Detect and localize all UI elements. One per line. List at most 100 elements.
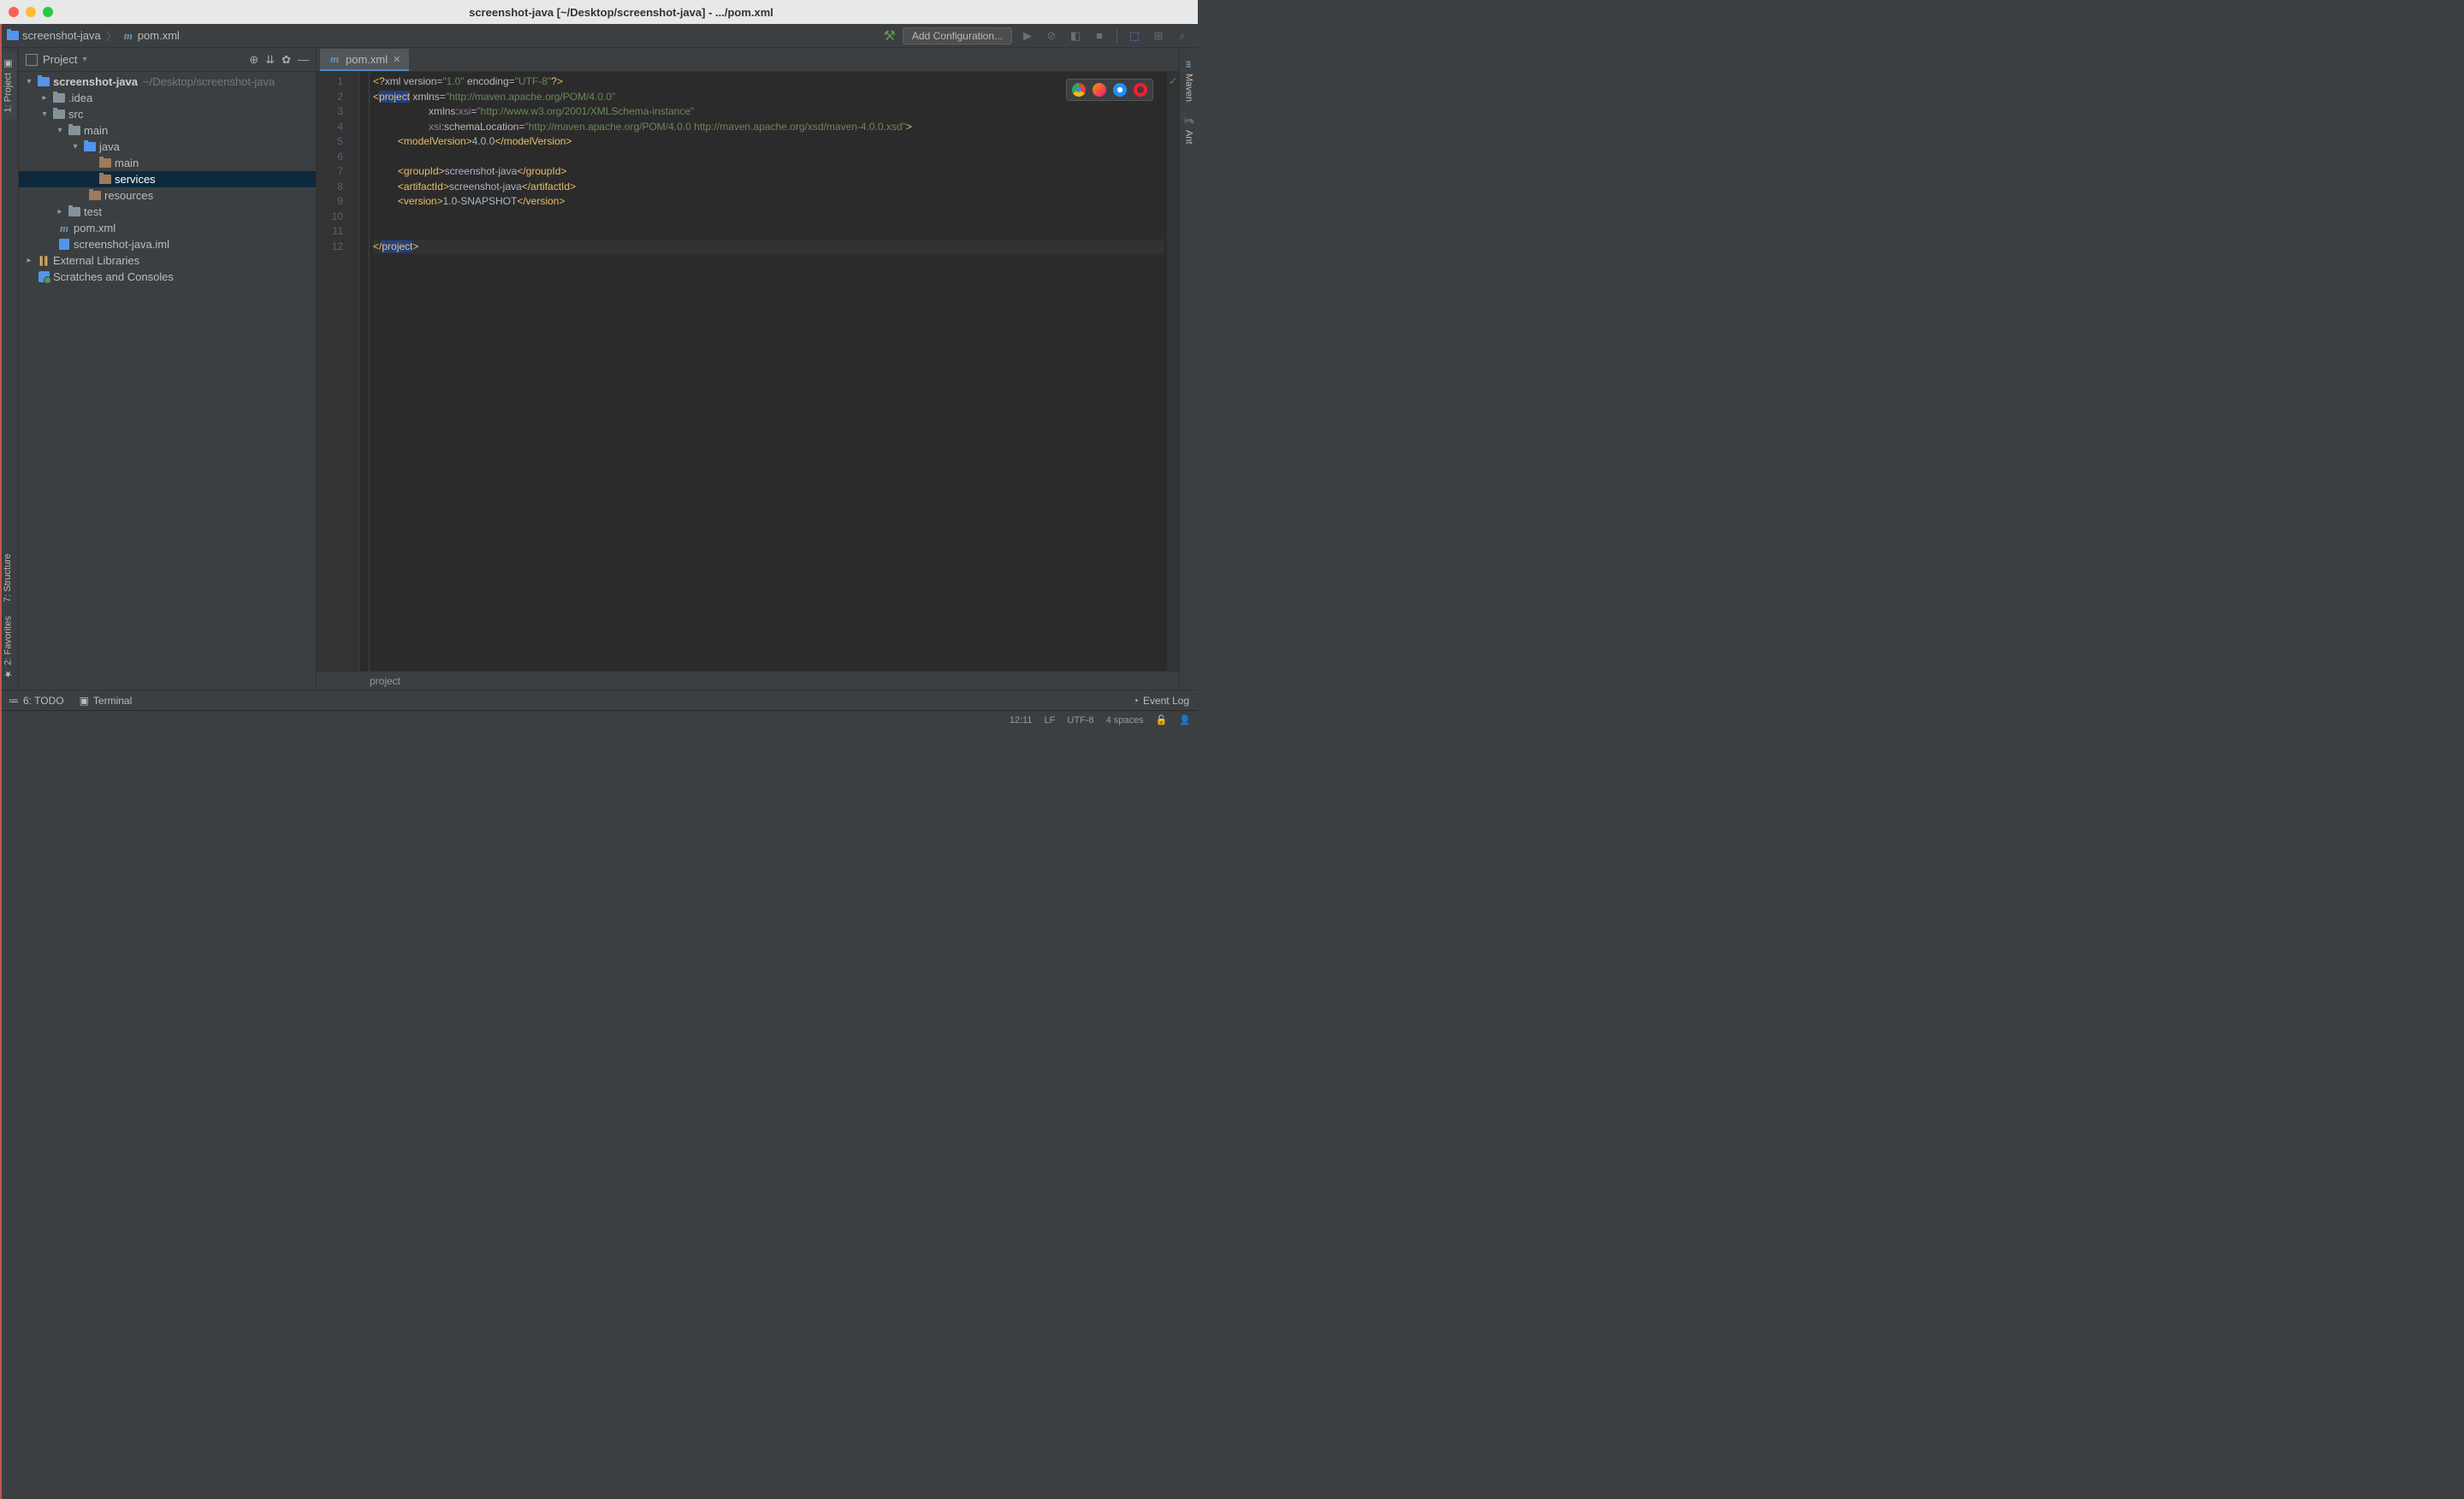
resources-icon xyxy=(89,191,101,200)
dropdown-icon[interactable]: ▾ xyxy=(82,55,86,64)
scratch-icon xyxy=(38,271,50,282)
tree-item-java[interactable]: ▾ java xyxy=(19,139,316,155)
folder-icon xyxy=(53,110,65,119)
tree-label: screenshot-java.iml xyxy=(74,238,169,251)
chevron-right-icon: 〉 xyxy=(106,27,117,44)
expand-icon[interactable]: ▸ xyxy=(24,256,34,265)
maven-icon: m xyxy=(58,222,70,234)
project-tree[interactable]: ▾ screenshot-java ~/Desktop/screenshot-j… xyxy=(19,72,316,690)
project-view-icon xyxy=(26,54,38,66)
project-tool-window: Project ▾ ⊕ ⇊ ✿ — ▾ screenshot-java ~/De… xyxy=(19,48,317,690)
hide-icon[interactable]: — xyxy=(298,53,309,67)
folder-icon xyxy=(68,126,80,135)
maven-icon: m xyxy=(1183,58,1195,70)
status-bar: 12:11 LF UTF-8 4 spaces 🔓 👤 xyxy=(0,710,1198,729)
balloon-icon: ◔ xyxy=(1133,695,1139,707)
structure-tab[interactable]: 7: Structure xyxy=(0,547,15,609)
terminal-icon: ▣ xyxy=(80,695,89,707)
inspections-ok-icon[interactable]: ✓ xyxy=(1169,75,1177,87)
breadcrumb: screenshot-java 〉 m pom.xml xyxy=(7,27,884,44)
settings-icon[interactable]: ✿ xyxy=(281,53,291,67)
maximize-window-button[interactable] xyxy=(43,7,53,17)
tree-item-iml[interactable]: screenshot-java.iml xyxy=(19,236,316,252)
locate-icon[interactable]: ⊕ xyxy=(249,53,258,67)
cursor-position[interactable]: 12:11 xyxy=(1010,715,1033,726)
code-content[interactable]: <?xml version="1.0" encoding="UTF-8"?> <… xyxy=(370,72,1167,671)
coverage-icon[interactable]: ◧ xyxy=(1067,27,1084,44)
tree-label: .idea xyxy=(68,92,92,104)
editor-body[interactable]: 123456789101112 <?xml version="1.0" enco… xyxy=(317,72,1179,671)
indent-setting[interactable]: 4 spaces xyxy=(1106,715,1144,726)
event-log-tab[interactable]: ◔Event Log xyxy=(1133,695,1189,707)
vcs-icon[interactable]: ⬚ xyxy=(1126,27,1143,44)
editor-marker-bar[interactable]: ✓ xyxy=(1167,72,1179,671)
maven-icon: m xyxy=(122,30,134,42)
debug-icon[interactable]: ⊘ xyxy=(1043,27,1060,44)
editor-breadcrumb-item[interactable]: project xyxy=(370,675,400,687)
opera-icon[interactable] xyxy=(1134,83,1147,97)
tree-label: services xyxy=(115,173,156,186)
minimize-window-button[interactable] xyxy=(26,7,36,17)
encoding[interactable]: UTF-8 xyxy=(1067,715,1093,726)
expand-icon[interactable]: ▸ xyxy=(39,93,50,103)
line-gutter[interactable]: 123456789101112 xyxy=(317,72,359,671)
build-icon[interactable]: ⚒ xyxy=(884,27,896,44)
breadcrumb-project[interactable]: screenshot-java xyxy=(7,29,101,42)
project-tab[interactable]: 1: Project ▣ xyxy=(0,51,16,119)
tree-hint: ~/Desktop/screenshot-java xyxy=(143,75,275,88)
panel-title-label: Project xyxy=(43,53,77,66)
tree-root[interactable]: ▾ screenshot-java ~/Desktop/screenshot-j… xyxy=(19,74,316,90)
editor-tab-pom[interactable]: m pom.xml ✕ xyxy=(320,49,409,71)
expand-icon[interactable]: ▾ xyxy=(39,110,50,119)
close-tab-icon[interactable]: ✕ xyxy=(393,54,400,65)
expand-icon[interactable]: ▾ xyxy=(70,142,80,151)
tree-item-test[interactable]: ▸ test xyxy=(19,204,316,220)
tree-label: resources xyxy=(104,189,153,202)
safari-icon[interactable] xyxy=(1113,83,1127,97)
expand-icon[interactable]: ▸ xyxy=(55,207,65,216)
run-icon[interactable]: ▶ xyxy=(1019,27,1036,44)
tree-item-mainpkg[interactable]: main xyxy=(19,155,316,171)
project-structure-icon[interactable]: ⊞ xyxy=(1150,27,1167,44)
firefox-icon[interactable] xyxy=(1093,83,1106,97)
maven-tab[interactable]: m Maven xyxy=(1180,51,1198,109)
tab-label: pom.xml xyxy=(346,53,388,66)
folder-icon xyxy=(53,93,65,103)
tree-item-idea[interactable]: ▸ .idea xyxy=(19,90,316,106)
breadcrumb-label: screenshot-java xyxy=(22,29,101,42)
tree-item-services[interactable]: services xyxy=(19,171,316,187)
tree-item-pom[interactable]: m pom.xml xyxy=(19,220,316,236)
tree-item-extlib[interactable]: ▸ ∥∥ External Libraries xyxy=(19,252,316,269)
bottom-tool-window-bar: ≔6: TODO ▣Terminal ◔Event Log xyxy=(0,690,1198,710)
tree-label: src xyxy=(68,108,83,121)
tree-label: main xyxy=(115,157,139,169)
editor-area: m pom.xml ✕ 123456789101112 <?xml versio… xyxy=(317,48,1179,690)
tree-label: Scratches and Consoles xyxy=(53,270,174,283)
lock-icon[interactable]: 🔓 xyxy=(1156,714,1168,726)
tree-item-resources[interactable]: resources xyxy=(19,187,316,204)
editor-breadcrumb[interactable]: project xyxy=(317,671,1179,690)
todo-tab[interactable]: ≔6: TODO xyxy=(9,695,64,707)
tree-label: test xyxy=(84,205,102,218)
chrome-icon[interactable] xyxy=(1072,83,1086,97)
window-title: screenshot-java [~/Desktop/screenshot-ja… xyxy=(53,6,1189,19)
tree-item-src[interactable]: ▾ src xyxy=(19,106,316,122)
line-separator[interactable]: LF xyxy=(1045,715,1056,726)
breadcrumb-file[interactable]: m pom.xml xyxy=(122,29,180,42)
expand-icon[interactable]: ▾ xyxy=(55,126,65,135)
add-configuration-button[interactable]: Add Configuration... xyxy=(903,27,1012,44)
hector-icon[interactable]: 👤 xyxy=(1179,714,1191,726)
collapse-icon[interactable]: ⇊ xyxy=(265,53,275,67)
ant-tab[interactable]: 🐜 Ant xyxy=(1180,109,1198,151)
fold-gutter[interactable] xyxy=(359,72,370,671)
stop-icon[interactable]: ■ xyxy=(1091,27,1108,44)
tree-item-scratch[interactable]: Scratches and Consoles xyxy=(19,269,316,285)
favorites-tab[interactable]: ★ 2: Favorites xyxy=(0,609,16,686)
close-window-button[interactable] xyxy=(9,7,19,17)
terminal-tab[interactable]: ▣Terminal xyxy=(80,695,133,707)
breadcrumb-label: pom.xml xyxy=(138,29,180,42)
tree-item-main[interactable]: ▾ main xyxy=(19,122,316,139)
left-tool-window-bar: 1: Project ▣ 7: Structure ★ 2: Favorites xyxy=(0,48,19,690)
search-icon[interactable]: ⌕ xyxy=(1174,27,1191,44)
expand-icon[interactable]: ▾ xyxy=(24,77,34,86)
